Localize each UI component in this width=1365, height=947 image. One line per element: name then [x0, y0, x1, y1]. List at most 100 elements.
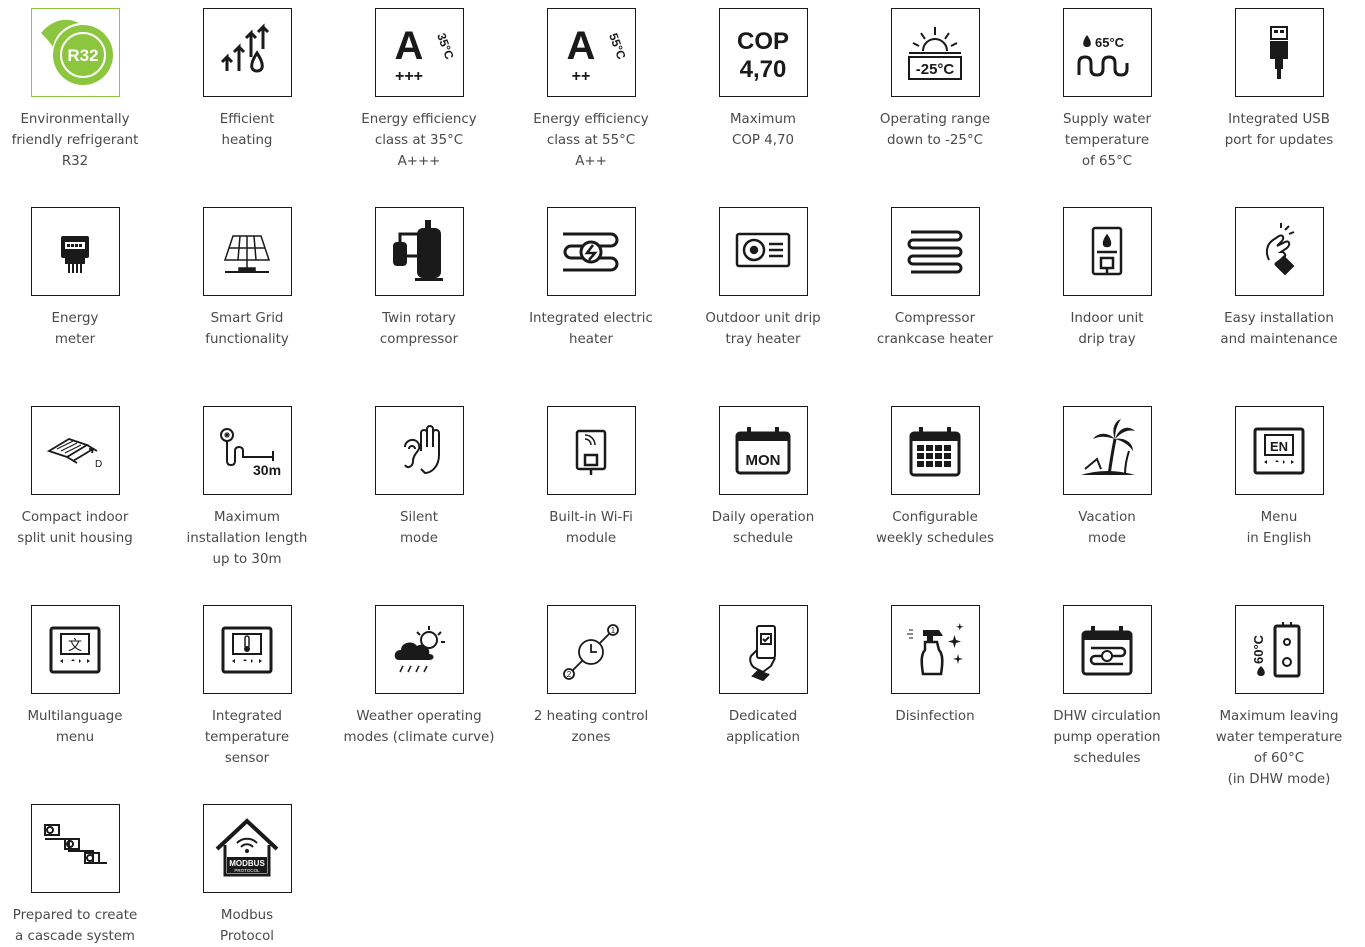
- supply-water-temp-icon: 65°C: [1062, 8, 1152, 97]
- feature-label: DHW circulation pump operation schedules: [1053, 709, 1161, 766]
- feature-efficient-heating: Efficient heating: [161, 8, 333, 151]
- cascade-system-icon: [30, 804, 120, 893]
- efficient-heating-icon: [202, 8, 292, 97]
- feature-wifi: Built-in Wi-Fi module: [505, 406, 677, 549]
- feature-r32: R32 Environmentally friendly refrigerant…: [0, 8, 161, 172]
- zone-2-badge: 2: [567, 670, 572, 679]
- modbus-protocol-icon: MODBUS PROTOCOL: [202, 804, 292, 893]
- energy-class-55-icon: A 55°C ++: [546, 8, 636, 97]
- feature-label: 2 heating control zones: [533, 709, 649, 745]
- feature-silent-mode: Silent mode: [333, 406, 505, 549]
- energy-letter: A: [395, 24, 424, 68]
- menu-english-icon: EN: [1234, 406, 1324, 495]
- feature-cop: COP 4,70 Maximum COP 4,70: [677, 8, 849, 151]
- energy-plus: ++: [572, 68, 591, 85]
- max-leaving-water-icon: 60°C: [1234, 605, 1324, 694]
- daily-schedule-icon: MON: [718, 406, 808, 495]
- feature-modbus: MODBUS PROTOCOL Modbus Protocol: [161, 804, 333, 947]
- modbus-title: MODBUS: [229, 859, 265, 868]
- feature-label: Outdoor unit drip tray heater: [705, 311, 821, 347]
- energy-letter: A: [567, 24, 596, 68]
- heating-zones-icon: 1 2: [546, 605, 636, 694]
- feature-label: Maximum leaving water temperature of 60°…: [1215, 709, 1343, 787]
- modbus-subtitle: PROTOCOL: [234, 868, 260, 873]
- feature-label: Integrated electric heater: [529, 311, 653, 347]
- feature-menu-english: EN Menu in English: [1193, 406, 1365, 549]
- feature-cascade: Prepared to create a cascade system: [0, 804, 161, 947]
- zone-1-badge: 1: [611, 626, 616, 635]
- feature-label: Dedicated application: [726, 709, 800, 745]
- disinfection-icon: [890, 605, 980, 694]
- energy-temp: 35°C: [434, 31, 456, 61]
- feature-usb: Integrated USB port for updates: [1193, 8, 1365, 151]
- feature-vacation: Vacation mode: [1021, 406, 1193, 549]
- feature-label: Silent mode: [400, 510, 438, 546]
- feature-weather-curve: Weather operating modes (climate curve): [333, 605, 505, 748]
- feature-easy-installation: Easy installation and maintenance: [1193, 207, 1365, 350]
- multilanguage-menu-icon: 文: [30, 605, 120, 694]
- feature-label: Maximum installation length up to 30m: [186, 510, 308, 567]
- feature-smart-grid: Smart Grid functionality: [161, 207, 333, 350]
- cop-value: 4,70: [740, 56, 787, 83]
- feature-label: Supply water temperature of 65°C: [1062, 112, 1152, 169]
- feature-label: Easy installation and maintenance: [1220, 311, 1338, 347]
- feature-label: Modbus Protocol: [220, 908, 274, 944]
- feature-energy-meter: Energy meter: [0, 207, 161, 350]
- energy-meter-icon: [30, 207, 120, 296]
- feature-dhw-pump: DHW circulation pump operation schedules: [1021, 605, 1193, 769]
- crankcase-heater-icon: [890, 207, 980, 296]
- weather-curve-icon: [374, 605, 464, 694]
- r32-refrigerant-icon: R32: [30, 8, 120, 97]
- dimension-badge: D: [95, 459, 102, 470]
- feature-label: Integrated USB port for updates: [1224, 112, 1334, 148]
- usb-port-icon: [1234, 8, 1324, 97]
- r32-badge-text: R32: [67, 46, 98, 65]
- installation-length-icon: 30m: [202, 406, 292, 495]
- wifi-module-icon: [546, 406, 636, 495]
- feature-label: Prepared to create a cascade system: [12, 908, 138, 944]
- dhw-pump-schedule-icon: [1062, 605, 1152, 694]
- feature-label: Energy meter: [51, 311, 99, 347]
- smart-grid-icon: [202, 207, 292, 296]
- feature-label: Environmentally friendly refrigerant R32: [11, 112, 139, 169]
- feature-daily-schedule: MON Daily operation schedule: [677, 406, 849, 549]
- feature-label: Configurable weekly schedules: [875, 510, 995, 546]
- feature-label: Built-in Wi-Fi module: [549, 510, 633, 546]
- feature-electric-heater: Integrated electric heater: [505, 207, 677, 350]
- feature-label: Compressor crankcase heater: [876, 311, 994, 347]
- feature-label: Disinfection: [895, 709, 975, 724]
- feature-crankcase-heater: Compressor crankcase heater: [849, 207, 1021, 350]
- feature-energy-class-35: A 35°C +++ Energy efficiency class at 35…: [333, 8, 505, 172]
- feature-label: Efficient heating: [219, 112, 275, 148]
- energy-plus: +++: [395, 68, 423, 85]
- feature-operating-range: -25°C Operating range down to -25°C: [849, 8, 1021, 151]
- operating-range-icon: -25°C: [890, 8, 980, 97]
- feature-label: Energy efficiency class at 35°C A+++: [361, 112, 477, 169]
- feature-label: Energy efficiency class at 55°C A++: [533, 112, 649, 169]
- energy-class-35-icon: A 35°C +++: [374, 8, 464, 97]
- vacation-mode-icon: [1062, 406, 1152, 495]
- feature-label: Maximum COP 4,70: [730, 112, 796, 148]
- feature-label: Daily operation schedule: [711, 510, 815, 546]
- temp-badge: 60°C: [1251, 634, 1266, 664]
- length-badge: 30m: [253, 462, 281, 478]
- temp-badge: 65°C: [1095, 35, 1125, 50]
- temp-badge: -25°C: [916, 61, 955, 78]
- cop-icon: COP 4,70: [718, 8, 808, 97]
- feature-installation-length: 30m Maximum installation length up to 30…: [161, 406, 333, 570]
- feature-label: Twin rotary compressor: [379, 311, 459, 347]
- feature-label: Weather operating modes (climate curve): [343, 709, 495, 745]
- electric-heater-icon: [546, 207, 636, 296]
- feature-supply-water: 65°C Supply water temperature of 65°C: [1021, 8, 1193, 172]
- feature-indoor-drip-tray: Indoor unit drip tray: [1021, 207, 1193, 350]
- feature-label: Indoor unit drip tray: [1070, 311, 1144, 347]
- feature-label: Vacation mode: [1078, 510, 1136, 546]
- feature-label: Smart Grid functionality: [205, 311, 289, 347]
- feature-temperature-sensor: Integrated temperature sensor: [161, 605, 333, 769]
- feature-mobile-app: Dedicated application: [677, 605, 849, 748]
- language-badge: EN: [1270, 439, 1288, 454]
- feature-weekly-schedule: Configurable weekly schedules: [849, 406, 1021, 549]
- temperature-sensor-icon: [202, 605, 292, 694]
- feature-multilanguage: 文 Multilanguage menu: [0, 605, 161, 748]
- weekly-schedule-icon: [890, 406, 980, 495]
